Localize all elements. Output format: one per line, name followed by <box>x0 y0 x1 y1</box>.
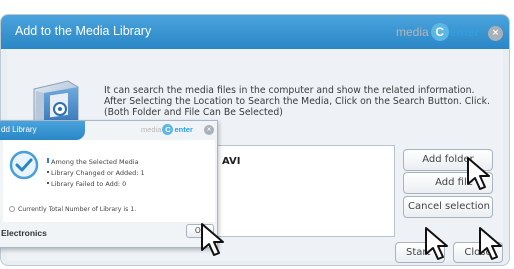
instruction-text: It can search the media files in the com… <box>104 85 490 118</box>
popup-mediacenter-logo: media C enter <box>141 124 193 135</box>
mediacenter-logo: media C enter <box>396 23 479 41</box>
radio-icon <box>9 206 15 212</box>
library-result-popup: dd Library media C enter × Among the Sel… <box>0 120 218 248</box>
footer-label: Electronics <box>1 228 47 238</box>
popup-body: Among the Selected Media Library Changed… <box>3 140 215 222</box>
cancel-selection-button[interactable]: Cancel selection <box>403 196 493 218</box>
total-library-count: Currently Total Number of Library is 1. <box>9 206 136 213</box>
logo-text-enter: enter <box>449 25 480 39</box>
popup-titlebar: dd Library <box>0 121 85 140</box>
mouse-cursor-icon <box>425 227 448 260</box>
popup-close-icon[interactable]: × <box>204 125 214 135</box>
stat-library-added: Library Changed or Added: 1 <box>47 169 145 177</box>
mouse-cursor-icon <box>479 227 502 260</box>
dialog-title: Add to the Media Library <box>15 24 152 38</box>
stat-library-failed: Library Failed to Add: 0 <box>46 180 127 188</box>
popup-logo-circle-icon: C <box>162 124 174 135</box>
checkmark-icon <box>9 150 39 180</box>
popup-logo-text-enter: enter <box>174 125 193 134</box>
logo-text-media: media <box>396 25 429 39</box>
list-item[interactable]: AVI <box>222 156 241 167</box>
logo-circle-icon: C <box>430 23 449 41</box>
mouse-cursor-icon <box>467 157 490 190</box>
dialog-titlebar: Add to the Media Library media C enter × <box>1 15 509 49</box>
close-icon[interactable]: × <box>488 26 503 41</box>
popup-logo-text-media: media <box>141 125 162 134</box>
stat-selected-media: Among the Selected Media <box>47 158 139 166</box>
total-text: Currently Total Number of Library is 1. <box>18 206 137 213</box>
popup-title: dd Library <box>1 125 37 134</box>
mouse-cursor-icon <box>201 223 224 256</box>
